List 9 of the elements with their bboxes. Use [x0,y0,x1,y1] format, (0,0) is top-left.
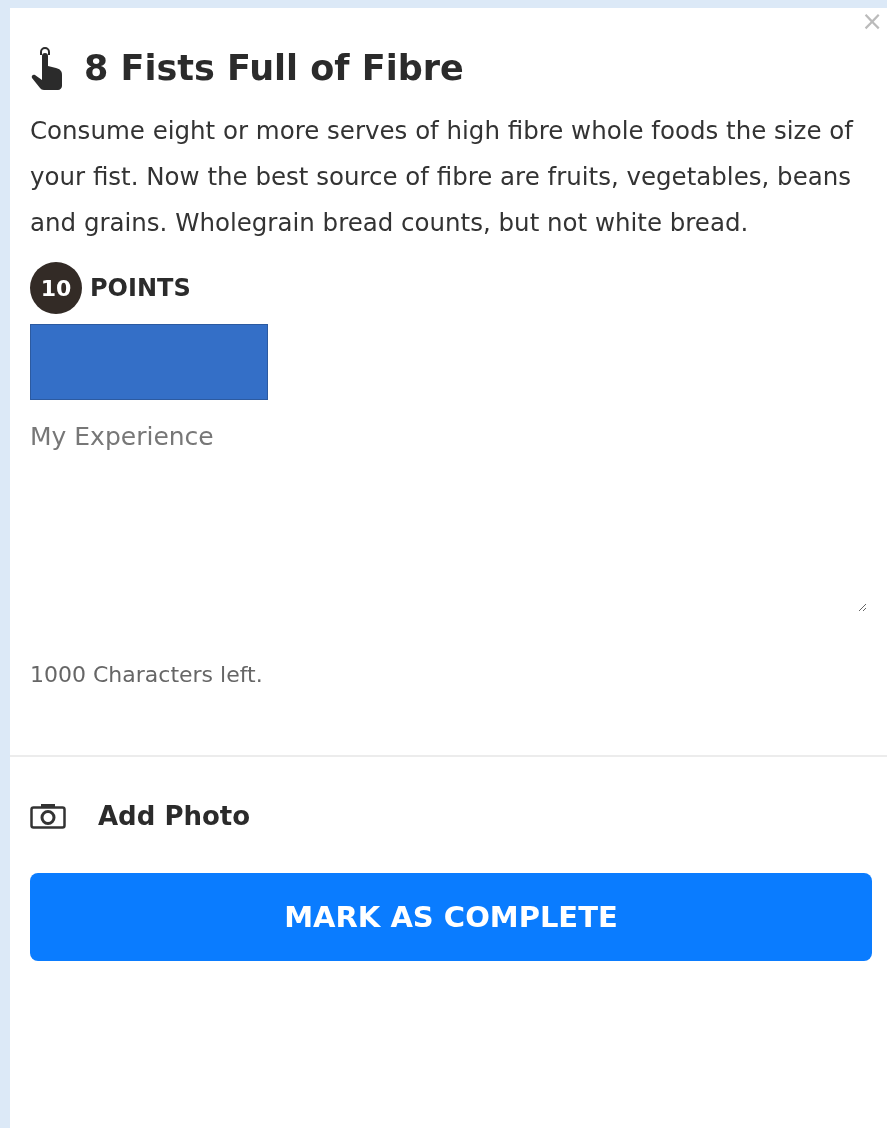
points-label: POINTS [90,274,191,302]
pointing-hand-icon [30,46,64,90]
points-badge: 10 [30,262,82,314]
camera-icon [30,803,66,829]
characters-left: 1000 Characters left. [30,662,264,687]
description: Consume eight or more serves of high fibre whole foods the size of your fist. Now the best source of fibre are fruits, vegetables, beans and grains. Wholegrain bread counts, but not white bread. [30,115,855,239]
title: 8 Fists Full of Fibre [84,48,464,88]
mark-complete-button[interactable]: MARK AS COMPLETE [30,873,872,961]
add-photo-button[interactable]: Add Photo [30,801,251,831]
